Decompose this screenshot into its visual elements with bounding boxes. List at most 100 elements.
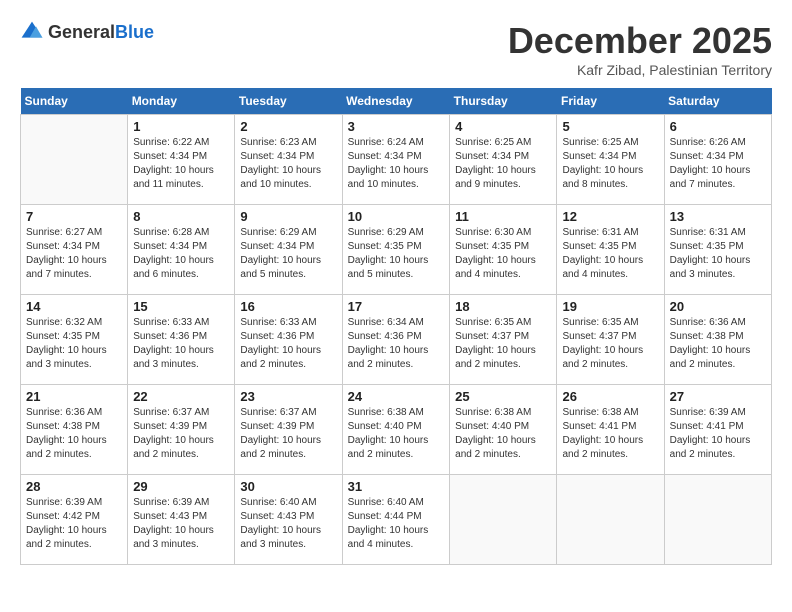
day-header-monday: Monday [128,88,235,115]
calendar-cell: 28 Sunrise: 6:39 AM Sunset: 4:42 PM Dayli… [21,475,128,565]
day-info: Sunrise: 6:37 AM Sunset: 4:39 PM Dayligh… [133,406,229,462]
location-subtitle: Kafr Zibad, Palestinian Territory [508,62,772,78]
calendar-cell: 1 Sunrise: 6:22 AM Sunset: 4:34 PM Daylig… [128,115,235,205]
calendar-cell: 6Sunrise: 6:26 AM Sunset: 4:34 PM Daylig… [664,115,771,205]
day-info: Sunrise: 6:35 AM Sunset: 4:37 PM Dayligh… [562,316,658,372]
calendar-cell: 29 Sunrise: 6:39 AM Sunset: 4:43 PM Dayli… [128,475,235,565]
day-number: 24 [348,389,445,404]
calendar-cell: 3 Sunrise: 6:24 AM Sunset: 4:34 PM Daylig… [342,115,450,205]
day-number: 12 [562,209,658,224]
day-info: Sunrise: 6:29 AM Sunset: 4:35 PM Dayligh… [348,226,445,282]
day-number: 25 [455,389,551,404]
day-info: Sunrise: 6:38 AM Sunset: 4:40 PM Dayligh… [348,406,445,462]
week-row-1: 1 Sunrise: 6:22 AM Sunset: 4:34 PM Daylig… [21,115,772,205]
day-number: 15 [133,299,229,314]
day-info: Sunrise: 6:40 AM Sunset: 4:43 PM Dayligh… [240,496,336,552]
day-info: Sunrise: 6:31 AM Sunset: 4:35 PM Dayligh… [562,226,658,282]
calendar-cell: 25Sunrise: 6:38 AM Sunset: 4:40 PM Dayli… [450,385,557,475]
calendar-cell: 8Sunrise: 6:28 AM Sunset: 4:34 PM Daylig… [128,205,235,295]
day-header-sunday: Sunday [21,88,128,115]
calendar-cell [21,115,128,205]
calendar-cell: 19 Sunrise: 6:35 AM Sunset: 4:37 PM Dayli… [557,295,664,385]
day-number: 30 [240,479,336,494]
week-row-3: 14Sunrise: 6:32 AM Sunset: 4:35 PM Dayli… [21,295,772,385]
day-info: Sunrise: 6:38 AM Sunset: 4:41 PM Dayligh… [562,406,658,462]
day-info: Sunrise: 6:33 AM Sunset: 4:36 PM Dayligh… [133,316,229,372]
day-number: 27 [670,389,766,404]
day-number: 20 [670,299,766,314]
calendar-cell: 4 Sunrise: 6:25 AM Sunset: 4:34 PM Daylig… [450,115,557,205]
day-info: Sunrise: 6:30 AM Sunset: 4:35 PM Dayligh… [455,226,551,282]
day-number: 14 [26,299,122,314]
day-info: Sunrise: 6:26 AM Sunset: 4:34 PM Dayligh… [670,136,766,192]
calendar-cell: 7 Sunrise: 6:27 AM Sunset: 4:34 PM Daylig… [21,205,128,295]
calendar-cell: 22Sunrise: 6:37 AM Sunset: 4:39 PM Dayli… [128,385,235,475]
calendar-cell: 12 Sunrise: 6:31 AM Sunset: 4:35 PM Dayli… [557,205,664,295]
day-number: 18 [455,299,551,314]
calendar-table: SundayMondayTuesdayWednesdayThursdayFrid… [20,88,772,565]
day-number: 11 [455,209,551,224]
day-number: 2 [240,119,336,134]
calendar-cell: 9 Sunrise: 6:29 AM Sunset: 4:34 PM Daylig… [235,205,342,295]
calendar-cell: 15 Sunrise: 6:33 AM Sunset: 4:36 PM Dayli… [128,295,235,385]
day-info: Sunrise: 6:27 AM Sunset: 4:34 PM Dayligh… [26,226,122,282]
day-info: Sunrise: 6:31 AM Sunset: 4:35 PM Dayligh… [670,226,766,282]
calendar-cell: 16Sunrise: 6:33 AM Sunset: 4:36 PM Dayli… [235,295,342,385]
day-number: 28 [26,479,122,494]
day-number: 19 [562,299,658,314]
day-number: 16 [240,299,336,314]
day-info: Sunrise: 6:34 AM Sunset: 4:36 PM Dayligh… [348,316,445,372]
day-info: Sunrise: 6:23 AM Sunset: 4:34 PM Dayligh… [240,136,336,192]
day-info: Sunrise: 6:25 AM Sunset: 4:34 PM Dayligh… [562,136,658,192]
day-number: 13 [670,209,766,224]
day-header-tuesday: Tuesday [235,88,342,115]
day-info: Sunrise: 6:29 AM Sunset: 4:34 PM Dayligh… [240,226,336,282]
day-header-saturday: Saturday [664,88,771,115]
day-info: Sunrise: 6:40 AM Sunset: 4:44 PM Dayligh… [348,496,445,552]
day-number: 1 [133,119,229,134]
calendar-cell: 31 Sunrise: 6:40 AM Sunset: 4:44 PM Dayli… [342,475,450,565]
month-title: December 2025 [508,20,772,62]
logo: GeneralBlue [20,20,154,44]
calendar-cell: 27 Sunrise: 6:39 AM Sunset: 4:41 PM Dayli… [664,385,771,475]
day-number: 8 [133,209,229,224]
logo-icon [20,20,44,44]
day-number: 3 [348,119,445,134]
calendar-cell: 23Sunrise: 6:37 AM Sunset: 4:39 PM Dayli… [235,385,342,475]
day-info: Sunrise: 6:25 AM Sunset: 4:34 PM Dayligh… [455,136,551,192]
week-row-5: 28 Sunrise: 6:39 AM Sunset: 4:42 PM Dayli… [21,475,772,565]
day-header-wednesday: Wednesday [342,88,450,115]
day-info: Sunrise: 6:24 AM Sunset: 4:34 PM Dayligh… [348,136,445,192]
calendar-cell: 26 Sunrise: 6:38 AM Sunset: 4:41 PM Dayli… [557,385,664,475]
day-number: 31 [348,479,445,494]
day-header-friday: Friday [557,88,664,115]
day-number: 26 [562,389,658,404]
calendar-cell: 2 Sunrise: 6:23 AM Sunset: 4:34 PM Daylig… [235,115,342,205]
calendar-cell: 21Sunrise: 6:36 AM Sunset: 4:38 PM Dayli… [21,385,128,475]
calendar-cell: 30 Sunrise: 6:40 AM Sunset: 4:43 PM Dayli… [235,475,342,565]
calendar-cell: 18Sunrise: 6:35 AM Sunset: 4:37 PM Dayli… [450,295,557,385]
day-number: 7 [26,209,122,224]
day-info: Sunrise: 6:39 AM Sunset: 4:41 PM Dayligh… [670,406,766,462]
week-row-2: 7 Sunrise: 6:27 AM Sunset: 4:34 PM Daylig… [21,205,772,295]
calendar-header-row: SundayMondayTuesdayWednesdayThursdayFrid… [21,88,772,115]
calendar-cell: 20Sunrise: 6:36 AM Sunset: 4:38 PM Dayli… [664,295,771,385]
day-number: 29 [133,479,229,494]
title-area: December 2025 Kafr Zibad, Palestinian Te… [508,20,772,78]
day-info: Sunrise: 6:22 AM Sunset: 4:34 PM Dayligh… [133,136,229,192]
calendar-cell: 13 Sunrise: 6:31 AM Sunset: 4:35 PM Dayli… [664,205,771,295]
day-info: Sunrise: 6:36 AM Sunset: 4:38 PM Dayligh… [26,406,122,462]
calendar-cell: 11 Sunrise: 6:30 AM Sunset: 4:35 PM Dayli… [450,205,557,295]
day-number: 4 [455,119,551,134]
day-number: 23 [240,389,336,404]
logo-general: General [48,22,115,42]
day-info: Sunrise: 6:39 AM Sunset: 4:43 PM Dayligh… [133,496,229,552]
day-number: 5 [562,119,658,134]
calendar-cell [664,475,771,565]
day-number: 9 [240,209,336,224]
logo-blue: Blue [115,22,154,42]
calendar-cell: 14Sunrise: 6:32 AM Sunset: 4:35 PM Dayli… [21,295,128,385]
day-info: Sunrise: 6:39 AM Sunset: 4:42 PM Dayligh… [26,496,122,552]
week-row-4: 21Sunrise: 6:36 AM Sunset: 4:38 PM Dayli… [21,385,772,475]
calendar-cell: 17Sunrise: 6:34 AM Sunset: 4:36 PM Dayli… [342,295,450,385]
